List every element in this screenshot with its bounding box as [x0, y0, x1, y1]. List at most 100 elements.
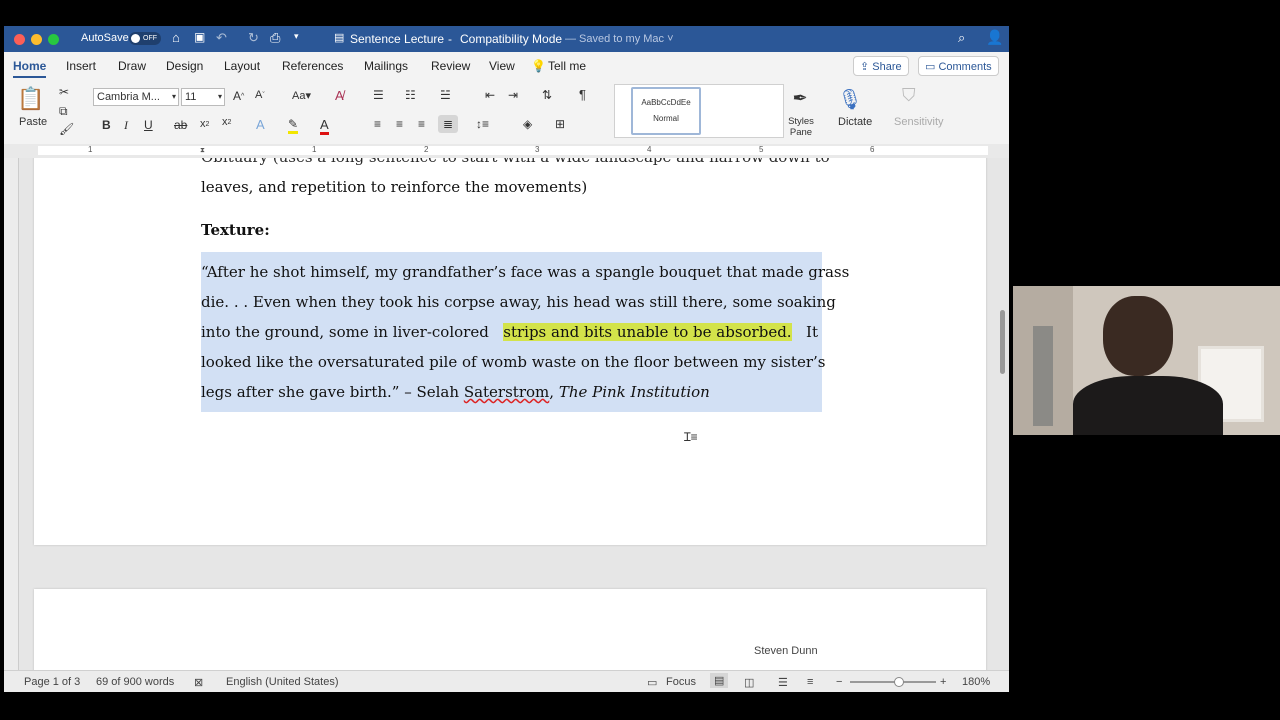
- text-cursor-icon: Ɪ≡: [684, 430, 698, 444]
- autosave-toggle[interactable]: OFF: [129, 32, 161, 45]
- zoom-slider[interactable]: [850, 677, 936, 687]
- share-button[interactable]: ⇪ Share: [853, 56, 909, 76]
- undo-icon[interactable]: ↶: [216, 30, 227, 46]
- text-line[interactable]: looked like the oversaturated pile of wo…: [201, 353, 825, 371]
- zoom-slider-knob[interactable]: [894, 677, 904, 687]
- numbering-icon[interactable]: ☷: [405, 88, 416, 102]
- proofing-icon[interactable]: ⊠: [194, 676, 203, 689]
- zoom-out-icon[interactable]: −: [836, 676, 842, 688]
- text-line[interactable]: die. . . Even when they took his corpse …: [201, 293, 836, 311]
- text-line[interactable]: “After he shot himself, my grandfather’s…: [201, 263, 849, 281]
- decrease-indent-icon[interactable]: ⇤: [485, 88, 495, 102]
- saved-status[interactable]: — Saved to my Mac ˅: [565, 33, 674, 45]
- search-icon[interactable]: ⌕: [958, 30, 965, 46]
- background-shelf: [1033, 326, 1053, 426]
- borders-icon[interactable]: ⊞: [555, 117, 565, 131]
- style-normal[interactable]: AaBbCcDdEe Normal: [631, 87, 701, 135]
- zoom-window-button[interactable]: [48, 34, 59, 45]
- underline-button[interactable]: U: [144, 118, 153, 132]
- strikethrough-button[interactable]: ab: [174, 118, 187, 132]
- zoom-in-icon[interactable]: +: [940, 676, 946, 688]
- tab-layout[interactable]: Layout: [224, 59, 260, 73]
- text-line[interactable]: Obituary (uses a long sentence to start …: [201, 158, 830, 166]
- person-body: [1073, 376, 1223, 435]
- text-line[interactable]: into the ground, some in liver-colored s…: [201, 323, 818, 341]
- save-icon[interactable]: ▣: [194, 30, 205, 44]
- font-color-icon[interactable]: A: [320, 117, 329, 135]
- tab-home[interactable]: Home: [13, 59, 47, 78]
- italic-button[interactable]: I: [124, 118, 128, 133]
- align-left-icon[interactable]: ≡: [374, 117, 381, 131]
- language[interactable]: English (United States): [226, 676, 339, 688]
- change-case-icon[interactable]: Aa▾: [292, 89, 311, 102]
- show-formatting-icon[interactable]: ¶: [579, 87, 586, 102]
- outline-icon[interactable]: ☰: [778, 676, 788, 689]
- styles-pane-icon[interactable]: ✒: [788, 86, 812, 110]
- copy-icon[interactable]: ⧉: [59, 104, 68, 119]
- tab-references[interactable]: References: [282, 59, 343, 73]
- print-icon[interactable]: ⎙: [270, 30, 280, 46]
- grow-font-icon[interactable]: A ^: [233, 89, 244, 103]
- focus-icon[interactable]: ▭: [647, 676, 657, 689]
- zoom-level[interactable]: 180%: [962, 676, 990, 688]
- shading-icon[interactable]: ◈: [523, 117, 532, 131]
- paste-icon[interactable]: 📋: [16, 86, 46, 112]
- horizontal-ruler[interactable]: 1 ⧗ 1 2 3 4 5 6: [4, 144, 1009, 159]
- minimize-window-button[interactable]: [31, 34, 42, 45]
- draft-icon[interactable]: ≡: [807, 676, 813, 688]
- text-line[interactable]: leaves, and repetition to reinforce the …: [201, 178, 587, 196]
- tab-review[interactable]: Review: [431, 59, 470, 73]
- align-center-icon[interactable]: ≡: [396, 117, 403, 131]
- focus-button[interactable]: Focus: [666, 676, 696, 688]
- align-right-icon[interactable]: ≡: [418, 117, 425, 131]
- dictate-label[interactable]: Dictate: [838, 116, 872, 128]
- superscript-button[interactable]: x2: [222, 116, 231, 128]
- bold-button[interactable]: B: [102, 118, 111, 132]
- customize-toolbar-icon[interactable]: ▾: [294, 31, 299, 42]
- account-icon[interactable]: 👤: [986, 29, 1003, 46]
- book-title: The Pink Institution: [558, 383, 710, 401]
- cut-icon[interactable]: ✂: [59, 85, 69, 99]
- increase-indent-icon[interactable]: ⇥: [508, 88, 518, 102]
- line-spacing-icon[interactable]: ↕≡: [476, 117, 489, 131]
- microphone-icon[interactable]: 🎙: [837, 85, 862, 113]
- comments-button[interactable]: ▭ Comments: [918, 56, 999, 76]
- tab-draw[interactable]: Draw: [118, 59, 146, 73]
- font-size-select[interactable]: 11 ▾: [181, 88, 225, 106]
- font-family-select[interactable]: Cambria M... ▾: [93, 88, 179, 106]
- tell-me[interactable]: Tell me: [548, 59, 586, 73]
- paste-label[interactable]: Paste: [19, 116, 47, 128]
- clear-formatting-icon[interactable]: A̸: [335, 88, 344, 103]
- subscript-button[interactable]: x2: [200, 118, 209, 130]
- bullets-icon[interactable]: ☰: [373, 88, 384, 102]
- shrink-font-icon[interactable]: Aˇ: [255, 89, 265, 101]
- home-icon[interactable]: ⌂: [172, 30, 180, 45]
- misspelled-word[interactable]: Saterstrom: [464, 383, 549, 401]
- close-window-button[interactable]: [14, 34, 25, 45]
- format-painter-icon[interactable]: 🖌: [59, 122, 74, 136]
- page-1[interactable]: Obituary (uses a long sentence to start …: [34, 158, 986, 545]
- vertical-scrollbar[interactable]: [1000, 310, 1005, 374]
- page-2[interactable]: Steven Dunn: [34, 589, 986, 670]
- tab-mailings[interactable]: Mailings: [364, 59, 408, 73]
- header-author[interactable]: Steven Dunn: [754, 645, 818, 657]
- vertical-ruler[interactable]: [4, 158, 19, 670]
- tab-design[interactable]: Design: [166, 59, 203, 73]
- tab-insert[interactable]: Insert: [66, 59, 96, 73]
- heading-texture[interactable]: Texture:: [201, 221, 270, 239]
- highlight-color-icon[interactable]: ✎: [288, 117, 299, 134]
- document-area[interactable]: Obituary (uses a long sentence to start …: [4, 158, 1009, 670]
- text-effects-icon[interactable]: A: [256, 117, 265, 132]
- web-layout-icon[interactable]: ◫: [744, 676, 754, 689]
- styles-pane-label[interactable]: Styles Pane: [784, 116, 818, 138]
- text-line[interactable]: legs after she gave birth.” – Selah Sate…: [201, 383, 710, 401]
- redo-icon[interactable]: ↻: [248, 30, 259, 46]
- word-count[interactable]: 69 of 900 words: [96, 676, 174, 688]
- tab-view[interactable]: View: [489, 59, 515, 73]
- indent-marker-icon[interactable]: ⧗: [200, 147, 205, 155]
- print-layout-icon[interactable]: ▤: [710, 673, 729, 688]
- justify-icon[interactable]: ≣: [438, 115, 458, 133]
- page-count[interactable]: Page 1 of 3: [24, 676, 80, 688]
- sort-icon[interactable]: ⇅: [542, 88, 552, 102]
- multilevel-list-icon[interactable]: ☱: [440, 88, 451, 102]
